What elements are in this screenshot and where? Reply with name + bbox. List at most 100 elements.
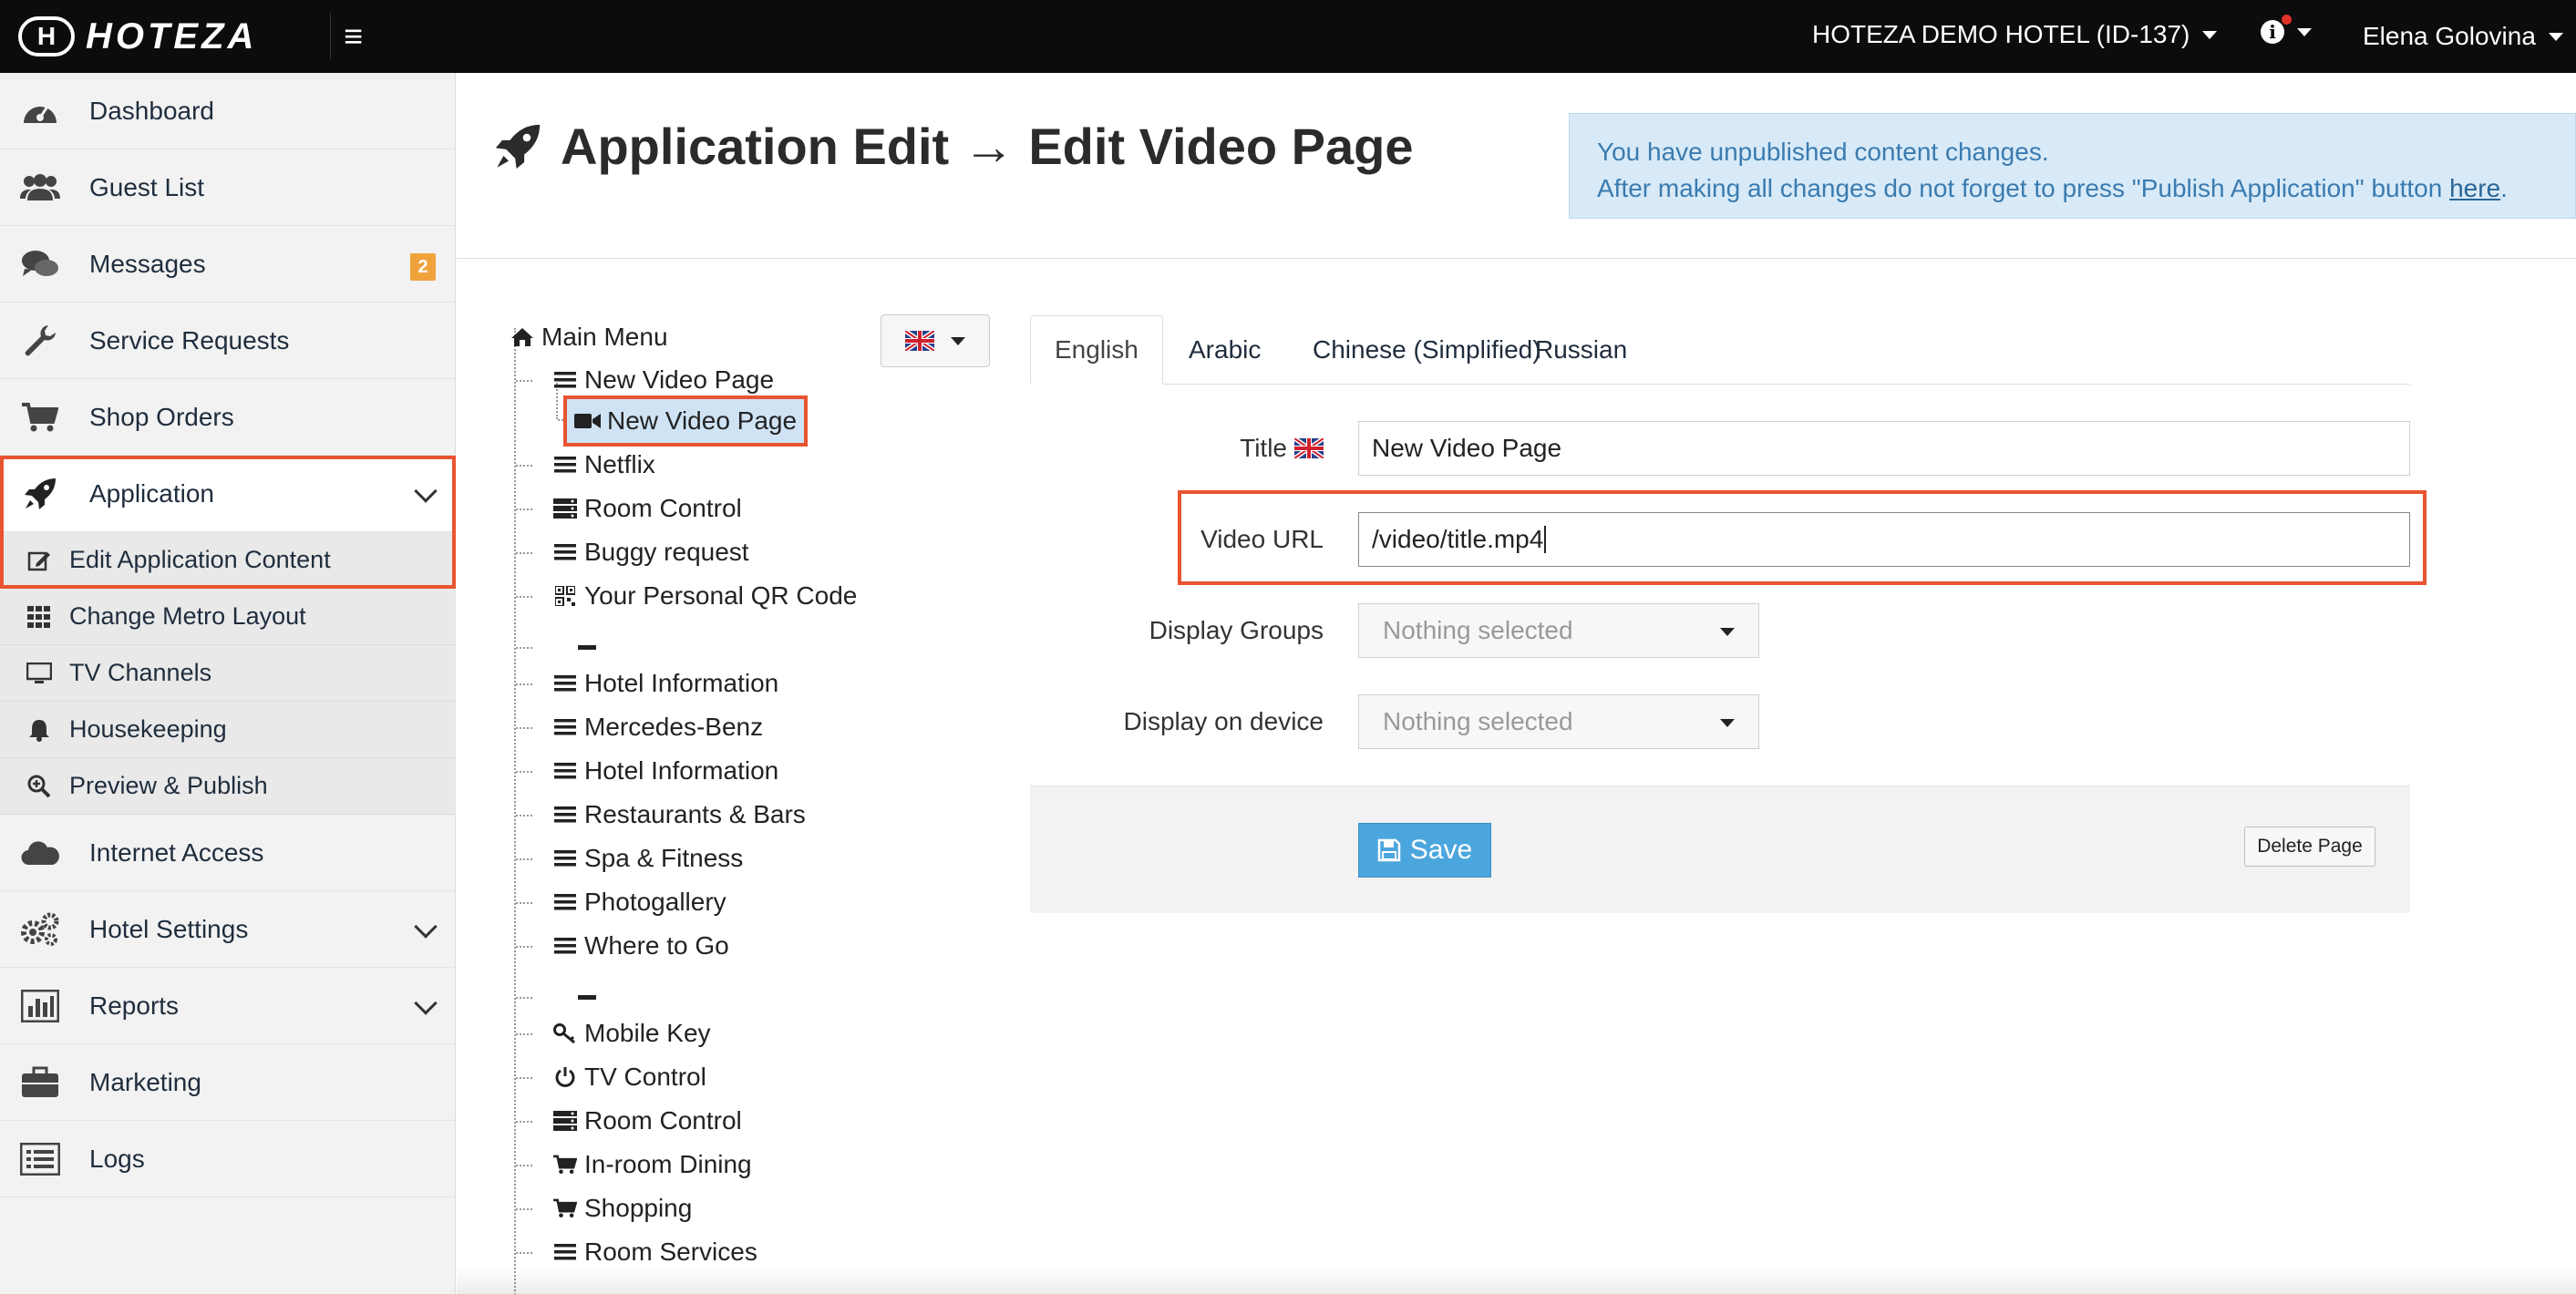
bell-icon [26,718,53,742]
save-button[interactable]: Save [1358,823,1491,878]
logo-mark: H [18,16,75,56]
tree-guide-line [516,858,532,860]
info-menu-button[interactable]: i [2261,15,2312,44]
tree-node[interactable]: Restaurants & Bars [551,796,806,833]
tree-node-label: Mercedes-Benz [584,713,764,741]
briefcase-icon [18,1066,62,1099]
comments-icon [18,249,62,280]
tree-node[interactable]: Room Services [551,1234,757,1270]
bars-icon [551,937,579,955]
notification-dot [2282,15,2292,25]
tree-node[interactable]: In-room Dining [551,1146,752,1183]
tab-russian[interactable]: Russian [1511,315,1651,385]
uk-flag-icon [1294,438,1324,458]
hotel-selector[interactable]: HOTEZA DEMO HOTEL (ID-137) [1812,20,2218,49]
sidebar-subitem-change-metro-layout[interactable]: Change Metro Layout [0,589,456,645]
tree-node[interactable]: Photogallery [551,884,726,920]
home-icon [509,327,536,347]
sidebar-item-messages[interactable]: Messages 2 [0,226,456,303]
tree-node-label: Hotel Information [584,756,779,785]
tree-guide-line [516,1252,532,1254]
tree-node[interactable]: Room Control [551,1103,742,1139]
sidebar-item-application[interactable]: Application [0,456,456,532]
display-device-select[interactable]: Nothing selected [1358,694,1759,749]
sidebar-item-label: Internet Access [89,837,264,867]
tree-node[interactable]: TV Control [551,1059,706,1095]
tree-node[interactable]: Buggy request [551,534,749,570]
sidebar-subitem-label: Preview & Publish [69,772,268,799]
bars-icon [551,806,579,824]
sidebar-subitem-edit-application-content[interactable]: Edit Application Content [0,532,456,589]
sidebar-item-dashboard[interactable]: Dashboard [0,73,456,149]
sidebar-item-label: Marketing [89,1067,201,1096]
hoteza-logo[interactable]: H HOTEZA [18,15,257,58]
tree-node[interactable]: Your Personal QR Code [551,578,857,614]
tree-node-label: Netflix [584,450,655,478]
bar-chart-icon [18,989,62,1022]
sidebar-item-shop-orders[interactable]: Shop Orders [0,379,456,456]
sidebar-item-service-requests[interactable]: Service Requests [0,303,456,379]
tree-node-selected[interactable]: New Video Page [563,395,809,447]
cart-icon [551,1155,579,1175]
messages-count-badge: 2 [410,253,436,281]
language-flag-dropdown[interactable] [881,314,990,367]
sidebar-item-internet-access[interactable]: Internet Access [0,815,456,891]
qrcode-icon [551,586,579,606]
tree-node[interactable]: New Video Page [551,362,774,398]
tree-node[interactable]: Netflix [551,447,655,483]
title-input[interactable]: New Video Page [1358,421,2410,476]
sidebar-subitem-preview-publish[interactable]: Preview & Publish [0,758,456,815]
tree-node-label: New Video Page [607,406,798,435]
display-groups-select[interactable]: Nothing selected [1358,603,1759,658]
menu-toggle-icon[interactable]: ≡ [330,13,376,60]
power-icon [551,1066,579,1088]
sidebar-item-label: Dashboard [89,96,214,125]
tree-guide-line [516,1033,532,1035]
sidebar-item-reports[interactable]: Reports [0,968,456,1044]
tab-arabic[interactable]: Arabic [1165,315,1284,385]
tree-guide-line [516,552,532,554]
tree-guide-line [516,596,532,598]
rocket-icon [495,124,541,169]
monitor-icon [26,662,53,684]
tree-guide-line [516,815,532,816]
tree-node-label: Main Menu [541,323,668,351]
caret-down-icon [2297,27,2312,36]
tree-node-label: Room Control [584,1106,742,1135]
tree-separator [578,629,596,665]
tree-node[interactable]: Mercedes-Benz [551,709,763,745]
bars-icon [551,674,579,693]
sidebar-item-marketing[interactable]: Marketing [0,1044,456,1121]
delete-page-button[interactable]: Delete Page [2244,827,2375,867]
tree-node[interactable]: Spa & Fitness [551,840,743,877]
title-label-text: Title [1240,434,1287,462]
tree-node[interactable]: Room Control [551,490,742,527]
sidebar-subitem-tv-channels[interactable]: TV Channels [0,645,456,702]
tree-node[interactable]: Hotel Information [551,665,778,702]
tree-node[interactable]: Where to Go [551,928,729,964]
tree-node[interactable]: Mobile Key [551,1015,711,1052]
tree-node-label: TV Control [584,1063,706,1091]
publish-here-link[interactable]: here [2449,174,2500,202]
bars-icon [551,1243,579,1261]
cloud-icon [18,839,62,867]
tree-node-label: Room Services [584,1238,757,1266]
sidebar-item-logs[interactable]: Logs [0,1121,456,1197]
sidebar-subitem-housekeeping[interactable]: Housekeeping [0,702,456,758]
caret-down-icon [951,336,965,345]
tree-guide-line [516,683,532,685]
sidebar-item-guest-list[interactable]: Guest List [0,149,456,226]
video-url-input[interactable]: /video/title.mp4 [1358,512,2410,567]
bottom-fade [457,1267,2576,1294]
tree-node[interactable]: Shopping [551,1190,692,1227]
separator-dash [578,644,596,650]
dashboard-icon [18,96,62,127]
video-icon [574,412,602,430]
user-menu[interactable]: Elena Golovina [2363,22,2563,51]
tree-node[interactable]: Hotel Information [551,753,778,789]
tree-guide-line [516,508,532,510]
sidebar-item-hotel-settings[interactable]: Hotel Settings [0,891,456,968]
tab-english[interactable]: English [1030,315,1163,385]
tree-root-main-menu[interactable]: Main Menu [509,319,668,355]
tree-node-label: Spa & Fitness [584,844,744,872]
